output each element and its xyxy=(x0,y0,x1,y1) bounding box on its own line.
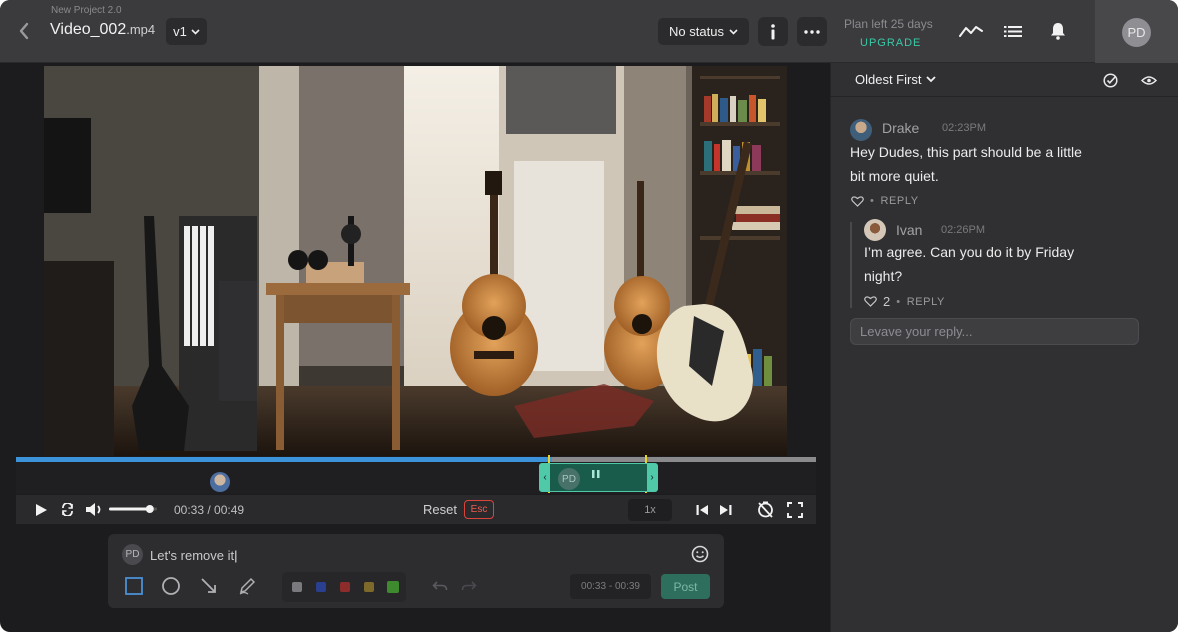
list-icon[interactable] xyxy=(1000,20,1026,42)
chevron-down-icon xyxy=(729,28,738,35)
undo-icon[interactable] xyxy=(428,575,452,597)
bell-icon[interactable] xyxy=(1045,20,1071,42)
sort-label: Oldest First xyxy=(855,72,922,87)
comment-body-line: bit more quiet. xyxy=(850,168,939,184)
reply-actions: 2 • REPLY xyxy=(864,294,945,309)
post-button[interactable]: Post xyxy=(661,574,710,599)
comment-time-range: 00:33 - 00:39 xyxy=(570,574,651,599)
range-avatar: PD xyxy=(558,468,580,490)
more-options-button[interactable] xyxy=(797,17,827,46)
info-icon xyxy=(771,23,775,39)
chevron-down-icon xyxy=(926,76,937,83)
sort-dropdown[interactable]: Oldest First xyxy=(855,72,937,87)
color-swatch-red[interactable] xyxy=(340,582,350,592)
comment-marker-strip xyxy=(16,462,816,494)
ivan-avatar xyxy=(864,219,886,241)
dot-separator: • xyxy=(896,295,901,308)
comment-marker-avatar[interactable] xyxy=(210,472,230,492)
check-circle-icon[interactable] xyxy=(1101,71,1119,89)
color-swatch-yellow[interactable] xyxy=(364,582,374,592)
thread-line xyxy=(850,222,852,308)
pen-tool-icon[interactable] xyxy=(235,575,259,597)
color-swatch-blue[interactable] xyxy=(316,582,326,592)
comment-body: Hey Dudes, this part should be a little … xyxy=(850,140,1082,188)
volume-slider[interactable] xyxy=(109,504,157,514)
file-extension: .mp4 xyxy=(126,22,156,37)
eye-icon[interactable] xyxy=(1139,71,1159,89)
app-window: New Project 2.0 Video_002.mp4 v1 No stat… xyxy=(0,0,1178,632)
volume-icon[interactable] xyxy=(83,501,105,518)
fullscreen-icon[interactable] xyxy=(785,500,805,519)
heart-icon[interactable] xyxy=(864,296,877,307)
reply-input[interactable] xyxy=(850,318,1139,345)
esc-shortcut-badge: Esc xyxy=(464,500,494,519)
playback-time: 00:33 / 00:49 xyxy=(174,503,245,517)
video-still-image xyxy=(44,66,787,456)
reply-body-line: night? xyxy=(864,268,903,284)
range-right-handle[interactable]: › xyxy=(647,464,657,491)
user-avatar-panel: PD xyxy=(1095,0,1178,63)
dot-separator: • xyxy=(870,195,875,207)
version-dropdown[interactable]: v1 xyxy=(166,18,207,45)
range-left-handle[interactable]: ‹ xyxy=(540,464,550,491)
reply-body: I’m agree. Can you do it by Friday night… xyxy=(864,240,1074,288)
file-name-base: Video_002 xyxy=(50,21,127,38)
plan-remaining-text: Plan left 25 days xyxy=(844,17,933,31)
color-swatch-gray[interactable] xyxy=(292,582,302,592)
comment-input[interactable]: Let's remove it| xyxy=(150,548,238,563)
upgrade-link[interactable]: UPGRADE xyxy=(860,37,921,49)
reply-time: 02:26PM xyxy=(941,224,986,236)
info-button[interactable] xyxy=(758,17,788,46)
video-frame[interactable] xyxy=(44,66,787,456)
comment-actions: • REPLY xyxy=(851,195,919,207)
status-dropdown[interactable]: No status xyxy=(658,18,749,45)
back-arrow-icon[interactable] xyxy=(12,16,36,46)
ellipsis-icon xyxy=(804,29,820,34)
comment-body-line: Hey Dudes, this part should be a little xyxy=(850,144,1082,160)
version-label: v1 xyxy=(173,24,187,39)
reply-link[interactable]: REPLY xyxy=(907,296,945,308)
chevron-down-icon xyxy=(191,28,200,35)
heart-icon[interactable] xyxy=(851,195,864,207)
activity-chart-icon[interactable] xyxy=(958,20,984,42)
status-label: No status xyxy=(669,24,724,39)
comment-author: Drake xyxy=(882,120,920,136)
like-count: 2 xyxy=(883,294,891,309)
rectangle-tool-icon[interactable] xyxy=(122,575,146,597)
composer-avatar: PD xyxy=(122,544,143,565)
top-bar: New Project 2.0 Video_002.mp4 v1 No stat… xyxy=(0,0,1178,63)
arrow-tool-icon[interactable] xyxy=(197,575,221,597)
timer-off-icon[interactable] xyxy=(755,500,775,519)
playback-speed-button[interactable]: 1x xyxy=(628,499,672,521)
reset-button[interactable]: Reset xyxy=(423,502,457,517)
comment-input-text: Let's remove it xyxy=(150,548,235,563)
reply-body-line: I’m agree. Can you do it by Friday xyxy=(864,244,1075,260)
reply-link[interactable]: REPLY xyxy=(880,195,918,207)
loop-icon[interactable] xyxy=(57,501,77,518)
skip-previous-icon[interactable] xyxy=(693,502,711,517)
project-name: New Project 2.0 xyxy=(51,5,122,16)
skip-next-icon[interactable] xyxy=(716,502,734,517)
redo-icon[interactable] xyxy=(457,575,481,597)
reply-author: Ivan xyxy=(896,222,923,238)
circle-tool-icon[interactable] xyxy=(159,575,183,597)
color-swatch-green[interactable] xyxy=(387,581,399,593)
drake-avatar xyxy=(850,119,872,141)
emoji-icon[interactable] xyxy=(689,544,711,564)
range-pause-icon[interactable] xyxy=(592,469,600,482)
file-name: Video_002.mp4 xyxy=(50,21,155,39)
play-icon[interactable] xyxy=(31,501,51,518)
user-avatar[interactable]: PD xyxy=(1122,18,1151,47)
text-cursor: | xyxy=(234,548,238,563)
comment-time: 02:23PM xyxy=(942,122,987,134)
